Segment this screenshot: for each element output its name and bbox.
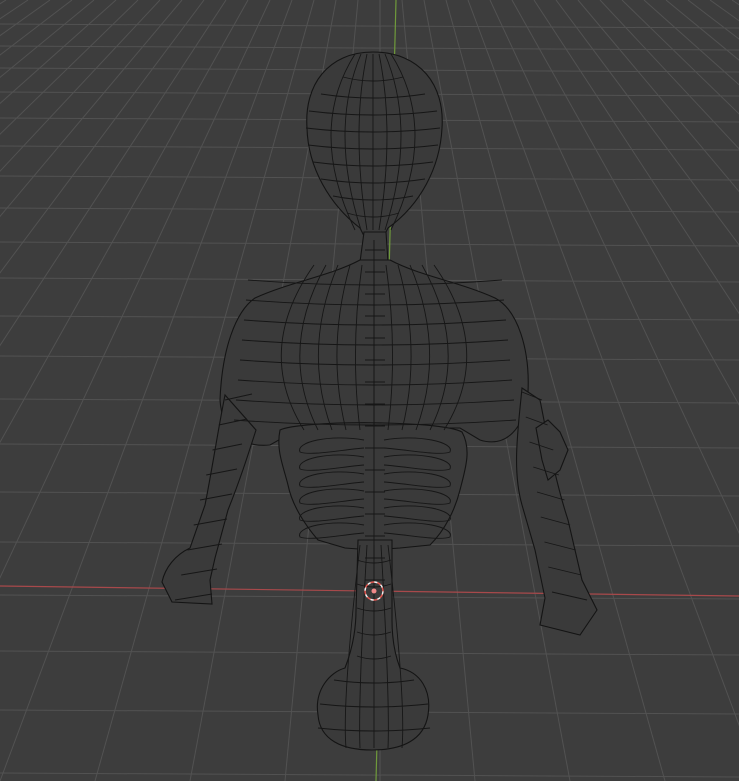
viewport-canvas[interactable] xyxy=(0,0,739,781)
3d-viewport[interactable] xyxy=(0,0,739,781)
